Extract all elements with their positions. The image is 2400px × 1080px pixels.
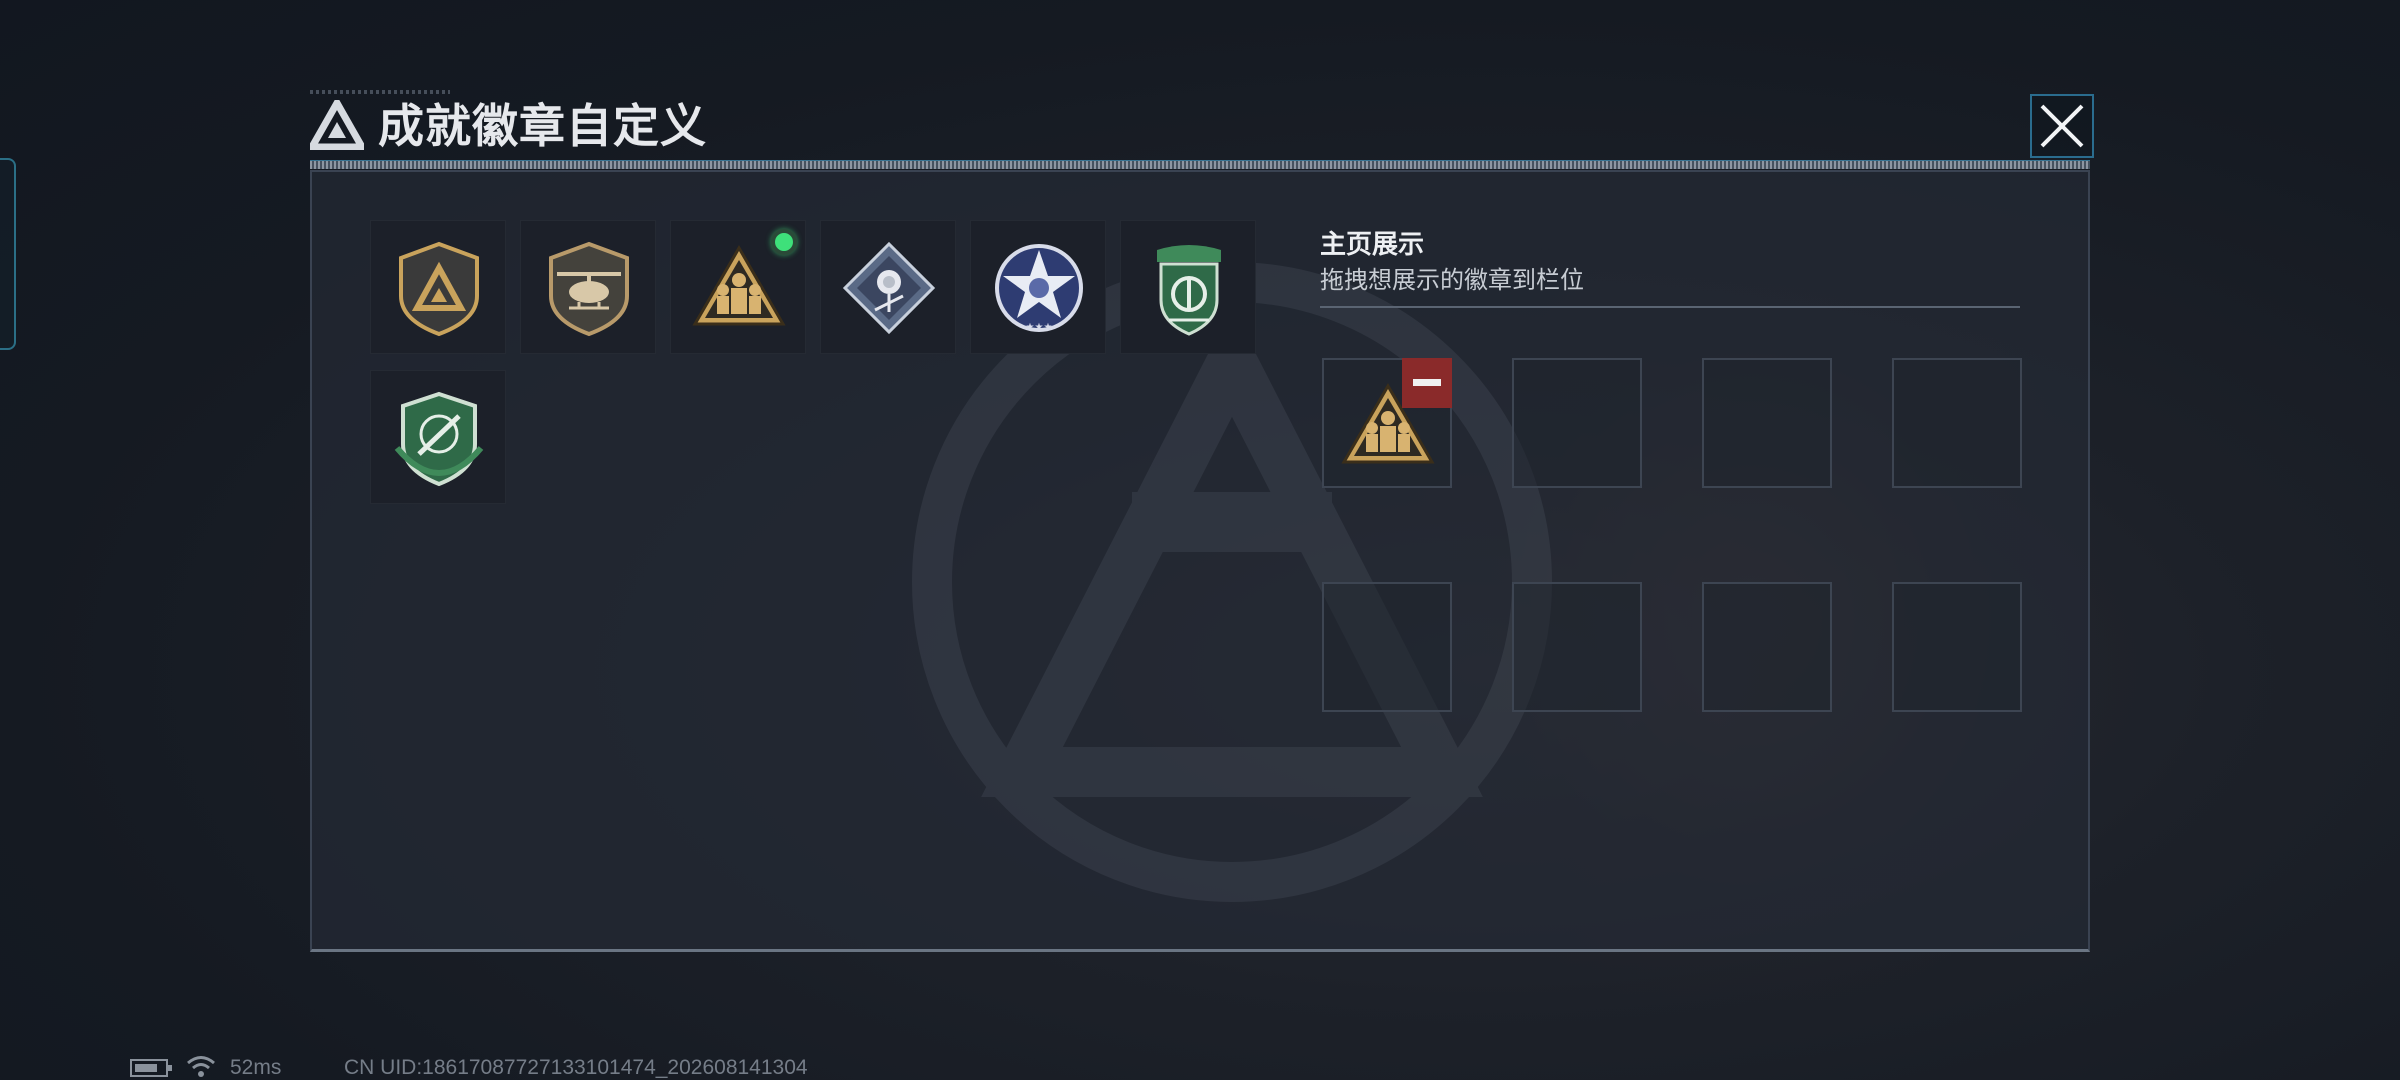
header-decoration [310,90,450,94]
battery-icon [130,1059,172,1077]
showcase-title: 主页展示 [1320,229,1425,259]
green-shield-badge-icon [1157,245,1221,336]
selected-indicator-dot [771,229,797,255]
triangle-shield-badge-icon [399,241,479,337]
showcase-slot-1[interactable] [1322,358,1452,488]
ping-readout: 52ms [230,1056,282,1079]
header-divider [310,160,2090,169]
showcase-slot-4[interactable] [1892,358,2022,488]
star-eagle-badge-icon: ★★★ [995,244,1083,333]
badge-slot-4[interactable] [820,220,956,354]
showcase-divider [1320,306,2020,308]
close-icon [2040,104,2084,148]
showcase-slot-6[interactable] [1512,582,1642,712]
badge-slot-6[interactable] [1120,220,1256,354]
showcase-subtitle: 拖拽想展示的徽章到栏位 [1320,267,1584,294]
remove-badge-button[interactable] [1402,358,1452,408]
side-drawer-tab[interactable] [0,158,16,350]
soldiers-triangle-badge-icon [692,245,786,326]
helicopter-badge-icon [549,241,629,337]
showcase-slot-3[interactable] [1702,358,1832,488]
badge-slot-2[interactable] [520,220,656,354]
badge-slot-5[interactable]: ★★★ [970,220,1106,354]
badge-slot-3[interactable] [670,220,806,354]
triangle-logo-icon [310,100,364,150]
svg-text:★★★: ★★★ [1026,322,1053,333]
showcase-slot-5[interactable] [1322,582,1452,712]
close-button[interactable] [2030,94,2094,158]
green-rocket-badge-icon [394,391,484,487]
badge-panel: ★★★ 主页展示 拖拽想展示的徽章到栏位 [310,170,2090,952]
wifi-icon [187,1056,215,1077]
showcase-slot-2[interactable] [1512,358,1642,488]
diamond-rose-badge-icon [842,241,936,335]
showcase-slot-7[interactable] [1702,582,1832,712]
showcase-slot-8[interactable] [1892,582,2022,712]
user-uid: CN UID:18617087727133101474_202608141304 [344,1056,808,1079]
dialog-title: 成就徽章自定义 [378,100,707,152]
minus-icon [1413,379,1441,386]
badge-slot-7[interactable] [370,370,506,504]
dialog-header: 成就徽章自定义 [302,90,2094,162]
badge-slot-1[interactable] [370,220,506,354]
